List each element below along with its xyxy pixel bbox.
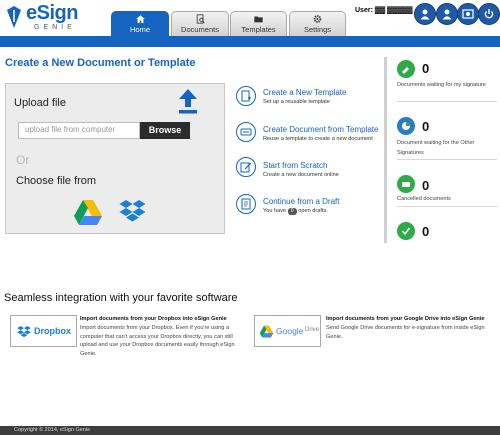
logo-icon [7, 6, 21, 28]
start-scratch-link[interactable]: Start from Scratch [263, 161, 327, 170]
new-template-icon[interactable] [236, 86, 256, 106]
status-panel: 0 Documents waiting for my signature 0 D… [384, 57, 500, 243]
action-description: Set up a reusable template [263, 99, 330, 105]
signature-icon[interactable] [397, 60, 415, 78]
create-from-template-link[interactable]: Create Document from Template [263, 125, 378, 134]
dropbox-heading: Import documents from your Dropbox into … [80, 316, 227, 322]
stat-count: 0 [422, 61, 430, 76]
or-label: Or [16, 153, 30, 167]
tab-templates[interactable]: Templates [230, 11, 287, 36]
page-title: Create a New Document or Template [5, 57, 196, 69]
draft-icon[interactable] [236, 194, 256, 214]
divider [397, 159, 497, 160]
header-bar [0, 36, 500, 47]
stat-label[interactable]: Cancelled documents [397, 194, 497, 204]
drafts-count-badge: 0 [287, 208, 297, 215]
tab-label: Documents [181, 25, 219, 34]
divider [397, 206, 497, 207]
stat-count: 0 [422, 224, 430, 239]
folder-icon [254, 16, 263, 23]
home-icon [135, 15, 145, 24]
browse-button[interactable]: Browse [140, 122, 190, 139]
google-logo-text: Google [276, 326, 304, 336]
search-document-icon [196, 14, 205, 24]
dropbox-icon[interactable] [119, 198, 146, 225]
document-from-template-icon[interactable] [236, 122, 256, 142]
dropbox-logo[interactable]: Dropbox [10, 315, 77, 347]
tab-documents[interactable]: Documents [171, 11, 229, 36]
gear-icon [313, 15, 322, 23]
logo-text: eSign [26, 2, 78, 24]
action-description: You have 0 open drafts. [263, 208, 328, 215]
power-icon[interactable] [478, 3, 500, 25]
start-scratch-icon[interactable] [236, 157, 256, 177]
google-drive-logo-icon [259, 325, 274, 338]
drafts-suffix: open drafts. [298, 208, 328, 214]
tab-label: Home [129, 25, 150, 34]
google-drive-logo[interactable]: Google Drive [254, 315, 321, 347]
choose-file-label: Choose file from [16, 175, 97, 187]
dropbox-description: Import documents from your Dropbox. Even… [80, 325, 235, 357]
integration-title: Seamless integration with your favorite … [4, 292, 238, 304]
tab-label: Templates [241, 25, 276, 34]
action-description: Create a new document online [263, 172, 339, 178]
stat-label[interactable]: Documents waiting for my signature [397, 80, 497, 90]
tab-settings[interactable]: Settings [289, 11, 346, 36]
image-icon[interactable] [457, 3, 479, 25]
gdrive-heading: Import documents from your Google Drive … [326, 316, 485, 322]
logo-subtext: GENIE [34, 24, 76, 31]
gdrive-description: Send Google Drive documents for e-signat… [326, 325, 485, 340]
dropbox-logo-icon [17, 326, 31, 338]
upload-file-input[interactable]: upload file from computer [18, 122, 140, 139]
cancelled-icon[interactable] [397, 175, 415, 193]
user-icon[interactable] [436, 3, 458, 25]
app-header: eSign GENIE Home Documents Templates Set… [0, 0, 500, 47]
upload-icon[interactable] [176, 87, 200, 115]
user-label: User: ▓▓ ▓▓▓▓▓ [355, 7, 413, 14]
upload-panel: Upload file upload file from computer Br… [5, 83, 225, 234]
account-icon[interactable] [414, 3, 436, 25]
action-description: Reuse a template to create a new documen… [263, 136, 373, 142]
stat-count: 0 [422, 119, 430, 134]
stat-count: 0 [422, 178, 430, 193]
tab-label: Settings [303, 25, 332, 34]
drafts-prefix: You have [263, 208, 287, 214]
google-drive-icon[interactable] [73, 199, 103, 226]
stat-label[interactable]: Document waiting for the Other Signature… [397, 138, 497, 158]
completed-icon[interactable] [397, 222, 415, 240]
drive-logo-text: Drive [305, 327, 320, 333]
divider [397, 101, 497, 102]
continue-draft-link[interactable]: Continue from a Draft [263, 197, 339, 206]
footer: Copyright © 2014, eSign Genie [0, 426, 500, 435]
upload-title: Upload file [14, 97, 66, 109]
dropbox-logo-text: Dropbox [34, 326, 71, 336]
create-template-link[interactable]: Create a New Template [263, 88, 346, 97]
copyright-text: Copyright © 2014, eSign Genie [14, 427, 91, 433]
others-signature-icon[interactable] [397, 117, 415, 135]
